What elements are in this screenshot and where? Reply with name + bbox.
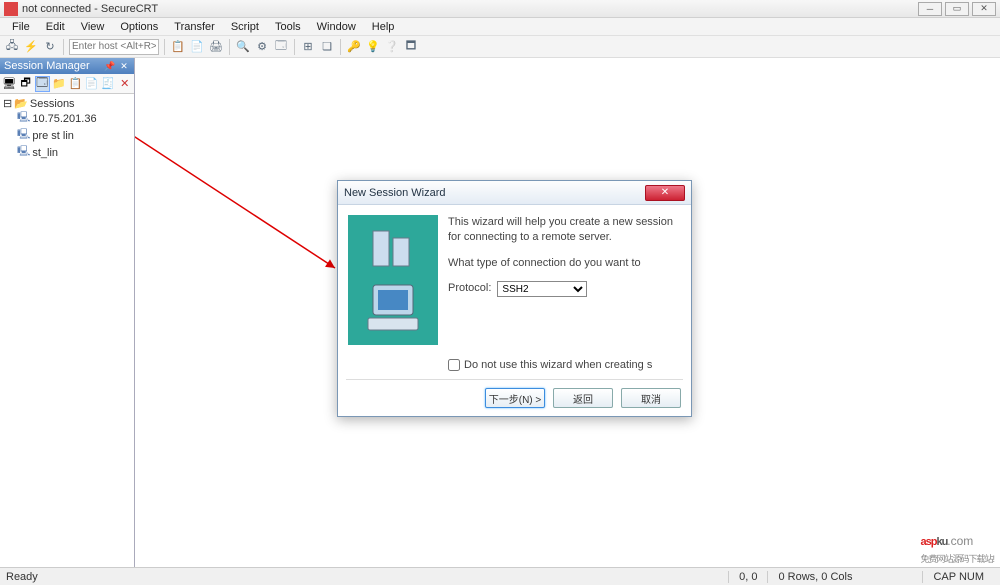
pin-icon[interactable]: 📌	[104, 60, 116, 72]
status-size: 0 Rows, 0 Cols	[767, 571, 862, 583]
tree-root-label: Sessions	[30, 98, 75, 110]
wizard-intro-text: This wizard will help you create a new s…	[448, 215, 681, 246]
computer-icon	[358, 280, 428, 335]
folder-icon: 📂	[14, 97, 28, 110]
window-title: not connected - SecureCRT	[22, 3, 918, 15]
session-tree[interactable]: ⊟ 📂 Sessions 🖳 10.75.201.36 🖳 pre st lin…	[0, 94, 134, 567]
sm-new-folder-icon[interactable]: 📁	[52, 76, 66, 92]
session-manager-pane: Session Manager 📌 ✕ 🖥 🗗 🗔 📁 📋 📄 🧾 ✕ ⊟ 📂 …	[0, 58, 135, 567]
menu-options[interactable]: Options	[112, 19, 166, 35]
minimize-button[interactable]: ─	[918, 2, 942, 16]
protocol-label: Protocol:	[448, 281, 491, 296]
sm-new-session-icon[interactable]: 🗔	[35, 76, 50, 92]
copy-icon[interactable]: 📋	[170, 39, 186, 55]
window-titlebar: not connected - SecureCRT ─ ▭ ✕	[0, 0, 1000, 18]
session-item[interactable]: 🖳 10.75.201.36	[3, 110, 131, 127]
session-icon: 🖳	[17, 144, 30, 161]
menu-file[interactable]: File	[4, 19, 38, 35]
wizard-question-text: What type of connection do you want to	[448, 256, 681, 271]
menu-view[interactable]: View	[73, 19, 113, 35]
sm-connect-icon[interactable]: 🖥	[2, 76, 16, 92]
tree-root[interactable]: ⊟ 📂 Sessions	[3, 97, 131, 110]
wizard-image	[348, 215, 438, 345]
session-item[interactable]: 🖳 pre st lin	[3, 127, 131, 144]
dialog-titlebar[interactable]: New Session Wizard ✕	[338, 181, 691, 205]
session-label: pre st lin	[32, 130, 74, 142]
cancel-button[interactable]: 取消	[621, 388, 681, 408]
reconnect-icon[interactable]: ↻	[42, 39, 58, 55]
skip-wizard-checkbox[interactable]	[448, 359, 460, 371]
menu-edit[interactable]: Edit	[38, 19, 73, 35]
options-icon[interactable]: ⚙	[254, 39, 270, 55]
about-icon[interactable]: 🗖	[403, 39, 419, 55]
toolbar-separator	[164, 39, 165, 55]
status-position: 0, 0	[728, 571, 767, 583]
host-input[interactable]	[69, 39, 159, 55]
sm-properties-icon[interactable]: 🧾	[101, 76, 115, 92]
menu-help[interactable]: Help	[364, 19, 403, 35]
session-label: 10.75.201.36	[32, 113, 96, 125]
skip-wizard-label: Do not use this wizard when creating s	[464, 359, 652, 371]
status-ready: Ready	[6, 571, 728, 583]
pane-close-icon[interactable]: ✕	[118, 60, 130, 72]
close-button[interactable]: ✕	[972, 2, 996, 16]
dialog-title: New Session Wizard	[344, 187, 445, 199]
app-icon	[4, 2, 18, 16]
status-caps: CAP NUM	[922, 571, 994, 583]
sm-paste-icon[interactable]: 📄	[85, 76, 99, 92]
menubar: File Edit View Options Transfer Script T…	[0, 18, 1000, 36]
session-manager-toolbar: 🖥 🗗 🗔 📁 📋 📄 🧾 ✕	[0, 74, 134, 94]
help-icon[interactable]: ❔	[384, 39, 400, 55]
toolbar-separator	[229, 39, 230, 55]
quick-connect-icon[interactable]: ⚡	[23, 39, 39, 55]
key-icon[interactable]: 🔑	[346, 39, 362, 55]
session-manager-title: Session Manager	[4, 60, 90, 72]
session-icon: 🖳	[17, 127, 30, 144]
tile-icon[interactable]: ⊞	[300, 39, 316, 55]
session-icon: 🖳	[17, 110, 30, 127]
main-toolbar: 🖧 ⚡ ↻ 📋 📄 🖨 🔍 ⚙ 🗔 ⊞ ❏ 🔑 💡 ❔ 🗖	[0, 36, 1000, 58]
find-icon[interactable]: 🔍	[235, 39, 251, 55]
sm-copy-icon[interactable]: 📋	[68, 76, 82, 92]
sm-new-tab-icon[interactable]: 🗗	[18, 76, 32, 92]
session-manager-titlebar: Session Manager 📌 ✕	[0, 58, 134, 74]
sm-delete-icon[interactable]: ✕	[118, 76, 132, 92]
paste-icon[interactable]: 📄	[189, 39, 205, 55]
protocol-select[interactable]: SSH2	[497, 281, 587, 297]
session-item[interactable]: 🖳 st_lin	[3, 144, 131, 161]
lightbulb-icon[interactable]: 💡	[365, 39, 381, 55]
toolbar-separator	[340, 39, 341, 55]
next-button[interactable]: 下一步(N) >	[485, 388, 545, 408]
toolbar-separator	[294, 39, 295, 55]
session-options-icon[interactable]: 🗔	[273, 39, 289, 55]
new-session-wizard-dialog: New Session Wizard ✕ This wizard will he…	[337, 180, 692, 417]
statusbar: Ready 0, 0 0 Rows, 0 Cols CAP NUM	[0, 567, 1000, 585]
expand-icon[interactable]: ⊟	[3, 97, 12, 110]
maximize-button[interactable]: ▭	[945, 2, 969, 16]
connect-icon[interactable]: 🖧	[4, 39, 20, 55]
dialog-close-button[interactable]: ✕	[645, 185, 685, 201]
servers-icon	[363, 226, 423, 271]
cascade-icon[interactable]: ❏	[319, 39, 335, 55]
toolbar-separator	[63, 39, 64, 55]
menu-tools[interactable]: Tools	[267, 19, 309, 35]
session-label: st_lin	[32, 147, 58, 159]
menu-window[interactable]: Window	[309, 19, 364, 35]
back-button[interactable]: 返回	[553, 388, 613, 408]
menu-transfer[interactable]: Transfer	[166, 19, 223, 35]
print-icon[interactable]: 🖨	[208, 39, 224, 55]
menu-script[interactable]: Script	[223, 19, 267, 35]
